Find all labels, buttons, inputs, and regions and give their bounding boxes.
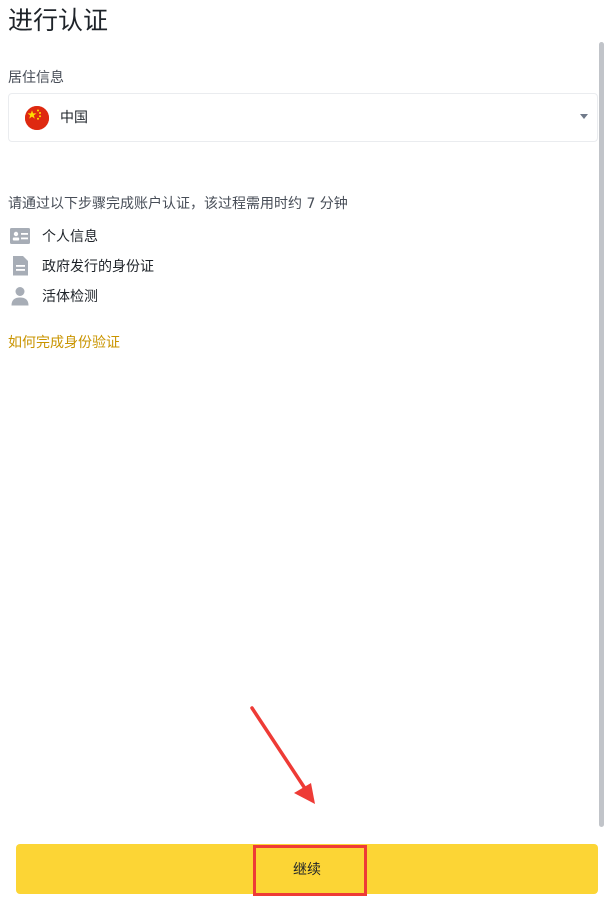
page-title: 进行认证 <box>8 6 109 35</box>
id-card-icon <box>8 224 32 248</box>
residence-label: 居住信息 <box>8 70 64 86</box>
step-liveness-check: 活体检测 <box>8 284 98 308</box>
selected-country: 中国 <box>60 110 88 126</box>
person-icon <box>8 284 32 308</box>
verification-intro: 请通过以下步骤完成账户认证，该过程需用时约 7 分钟 <box>8 196 348 212</box>
continue-button[interactable]: 继续 <box>16 844 598 894</box>
verification-page: 进行认证 居住信息 中国 请通过以下步骤完成账户认证，该过程需用时约 7 分钟 <box>0 0 606 898</box>
how-to-verify-link[interactable]: 如何完成身份验证 <box>8 333 120 353</box>
country-select[interactable]: 中国 <box>8 93 598 142</box>
caret-down-icon <box>580 114 588 119</box>
scrollbar[interactable] <box>599 42 604 827</box>
step-label: 个人信息 <box>42 229 98 245</box>
step-label: 政府发行的身份证 <box>42 259 154 275</box>
step-government-id: 政府发行的身份证 <box>8 254 154 278</box>
document-icon <box>8 254 32 278</box>
step-label: 活体检测 <box>42 289 98 305</box>
china-flag-icon <box>25 106 49 130</box>
step-personal-info: 个人信息 <box>8 224 98 248</box>
